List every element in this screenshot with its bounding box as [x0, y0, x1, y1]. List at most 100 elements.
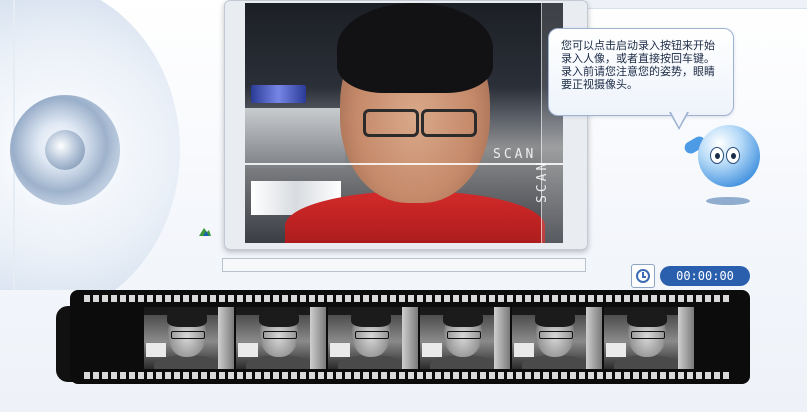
sprocket-hole: [282, 372, 288, 379]
sprocket-hole: [156, 295, 162, 302]
film-frame-thumbnail: [604, 307, 694, 369]
sprocket-hole: [723, 295, 729, 302]
green-mountain-icon: [199, 228, 211, 236]
sprocket-hole: [354, 295, 360, 302]
sprocket-hole: [543, 295, 549, 302]
sprocket-hole: [678, 372, 684, 379]
sprocket-hole: [300, 295, 306, 302]
sprocket-hole: [417, 372, 423, 379]
scan-label-vertical: SCAN: [535, 159, 550, 203]
sprocket-hole: [696, 372, 702, 379]
sprocket-hole: [183, 372, 189, 379]
sprocket-hole: [678, 295, 684, 302]
sprocket-hole: [516, 295, 522, 302]
sprocket-hole: [579, 372, 585, 379]
sprocket-hole: [633, 372, 639, 379]
scan-line: [245, 163, 563, 165]
sprocket-hole: [453, 372, 459, 379]
sprocket-hole: [129, 372, 135, 379]
sprocket-hole: [273, 372, 279, 379]
sprocket-hole: [318, 372, 324, 379]
sprocket-hole: [687, 372, 693, 379]
sprocket-hole: [597, 372, 603, 379]
timer-display: 00:00:00: [660, 266, 750, 286]
sprocket-hole: [471, 295, 477, 302]
sprocket-hole: [192, 372, 198, 379]
sprocket-hole: [462, 372, 468, 379]
film-frame-thumbnail: [328, 307, 418, 369]
sprocket-hole: [237, 295, 243, 302]
sprocket-hole: [453, 295, 459, 302]
camera-lens-decoration: [0, 0, 200, 290]
sprocket-hole: [408, 295, 414, 302]
sprocket-hole: [462, 295, 468, 302]
sprocket-hole: [669, 372, 675, 379]
sprocket-hole: [435, 372, 441, 379]
sprocket-hole: [102, 295, 108, 302]
sprocket-hole: [318, 295, 324, 302]
sprocket-hole: [255, 372, 261, 379]
sprocket-hole: [309, 295, 315, 302]
sprocket-hole: [714, 295, 720, 302]
sprocket-hole: [228, 372, 234, 379]
instruction-text: 您可以点击启动录入按钮来开始录入人像，或者直接按回车键。录入前请您注意您的姿势，…: [561, 39, 715, 91]
sprocket-hole: [570, 372, 576, 379]
sprocket-hole: [444, 295, 450, 302]
sprocket-hole: [642, 372, 648, 379]
sprocket-hole: [498, 295, 504, 302]
sprocket-hole: [552, 295, 558, 302]
sprocket-hole: [237, 372, 243, 379]
camera-video-feed: SCAN SCAN: [245, 3, 563, 243]
sprocket-hole: [696, 295, 702, 302]
sprocket-hole: [327, 372, 333, 379]
mascot-character: [682, 125, 762, 209]
sprocket-hole: [345, 372, 351, 379]
sprocket-hole: [399, 372, 405, 379]
sprocket-hole: [291, 295, 297, 302]
sprocket-hole: [264, 372, 270, 379]
film-frames: [144, 307, 724, 369]
sprocket-hole: [714, 372, 720, 379]
sprocket-hole: [192, 295, 198, 302]
sprocket-hole: [165, 372, 171, 379]
sprocket-hole: [633, 295, 639, 302]
sprocket-hole: [138, 295, 144, 302]
sprocket-hole: [120, 372, 126, 379]
sprocket-hole: [219, 372, 225, 379]
sprocket-hole: [525, 372, 531, 379]
sprocket-hole: [264, 295, 270, 302]
sprocket-hole: [507, 295, 513, 302]
sprocket-hole: [354, 372, 360, 379]
clock-icon[interactable]: [631, 264, 655, 288]
sprocket-hole: [705, 295, 711, 302]
sprocket-hole: [525, 295, 531, 302]
instruction-bubble: 您可以点击启动录入按钮来开始录入人像，或者直接按回车键。录入前请您注意您的姿势，…: [548, 28, 734, 116]
film-sprockets-bottom: [84, 372, 736, 379]
sprocket-hole: [210, 372, 216, 379]
sprocket-hole: [651, 295, 657, 302]
sprocket-hole: [291, 372, 297, 379]
sprocket-hole: [588, 295, 594, 302]
top-right-edge: [585, 0, 807, 9]
sprocket-hole: [345, 295, 351, 302]
sprocket-hole: [561, 295, 567, 302]
sprocket-hole: [183, 295, 189, 302]
capture-progress-bar: [222, 258, 586, 272]
sprocket-hole: [300, 372, 306, 379]
sprocket-hole: [624, 295, 630, 302]
sprocket-hole: [201, 295, 207, 302]
sprocket-hole: [93, 372, 99, 379]
scan-label-horizontal: SCAN: [493, 147, 537, 162]
sprocket-hole: [705, 372, 711, 379]
sprocket-hole: [444, 372, 450, 379]
sprocket-hole: [534, 295, 540, 302]
sprocket-hole: [426, 295, 432, 302]
sprocket-hole: [489, 372, 495, 379]
sprocket-hole: [489, 295, 495, 302]
sprocket-hole: [381, 372, 387, 379]
sprocket-hole: [156, 372, 162, 379]
sprocket-hole: [84, 372, 90, 379]
sprocket-hole: [174, 372, 180, 379]
sprocket-hole: [129, 295, 135, 302]
sprocket-hole: [687, 295, 693, 302]
